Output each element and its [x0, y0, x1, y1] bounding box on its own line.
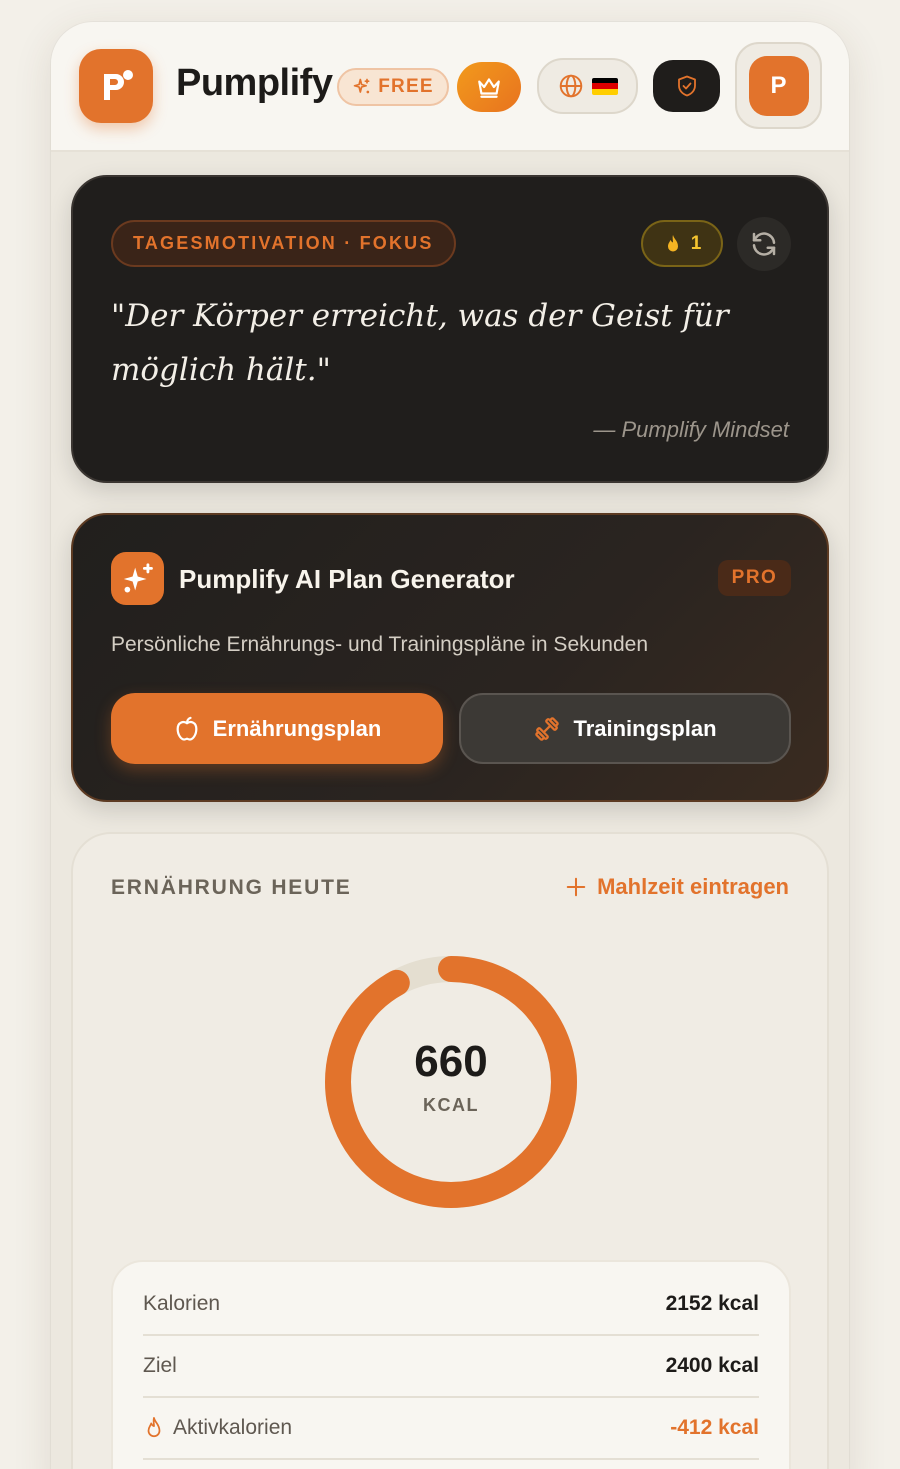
ai-card-title: Pumplify AI Plan Generator: [179, 564, 515, 594]
nutrition-plan-label: Ernährungsplan: [212, 715, 382, 741]
motivation-quote: "Der Körper erreicht, was der Geist für …: [111, 298, 729, 388]
training-plan-label: Trainingsplan: [573, 715, 717, 741]
app-name: Pumplify: [176, 62, 333, 104]
training-plan-button[interactable]: Trainingsplan: [459, 693, 791, 764]
nutrition-today-card: ERNÄHRUNG HEUTE Mahlzeit eintragen 660 K…: [71, 832, 829, 1469]
nutrition-plan-button[interactable]: Ernährungsplan: [111, 693, 443, 764]
stat-row-calories: Kalorien 2152 kcal: [143, 1274, 759, 1336]
add-meal-label: Mahlzeit eintragen: [597, 874, 789, 899]
stat-label: Ziel: [143, 1354, 177, 1377]
calorie-remaining-value: 660: [414, 1036, 488, 1086]
calorie-ring: 660 KCAL: [323, 954, 579, 1210]
sparkle-icon: [353, 78, 370, 94]
stat-row-active-calories: Aktivkalorien -412 kcal: [143, 1398, 759, 1460]
flame-icon: [667, 234, 678, 251]
stat-value: 2400 kcal: [665, 1354, 759, 1377]
pro-badge: PRO: [718, 560, 791, 596]
plan-badge[interactable]: FREE: [337, 68, 449, 106]
top-header: Pumplify FREE P: [51, 22, 849, 152]
admin-button[interactable]: [653, 60, 720, 112]
refresh-icon: [752, 232, 776, 256]
daily-motivation-card: TAGESMOTIVATION · FOKUS 1 "Der Körper er…: [71, 175, 829, 483]
stat-value: -412 kcal: [670, 1416, 759, 1439]
sparkles-icon: [123, 562, 153, 592]
ai-card-subtitle: Persönliche Ernährungs- und Trainingsplä…: [111, 633, 649, 656]
flame-icon: [147, 1417, 161, 1438]
quote-author: — Pumplify Mindset: [593, 417, 789, 442]
refresh-quote-button[interactable]: [737, 217, 791, 271]
nutrition-title: ERNÄHRUNG HEUTE: [111, 876, 352, 899]
calorie-stats-panel: Kalorien 2152 kcal Ziel 2400 kcal Aktivk…: [111, 1260, 791, 1469]
dumbbell-icon: [535, 716, 560, 741]
motivation-tag: TAGESMOTIVATION · FOKUS: [111, 220, 456, 267]
avatar: P: [748, 55, 809, 116]
streak-count: 1: [690, 232, 702, 254]
crown-icon: [478, 78, 500, 98]
stat-label: Kalorien: [143, 1292, 221, 1315]
app-logo[interactable]: [79, 49, 153, 123]
globe-icon: [559, 74, 582, 98]
ai-plan-generator-card: Pumplify AI Plan Generator PRO Persönlic…: [71, 513, 829, 802]
add-meal-button[interactable]: Mahlzeit eintragen: [565, 874, 789, 900]
apple-icon: [176, 716, 198, 741]
shield-check-icon: [677, 75, 696, 97]
premium-button[interactable]: [457, 62, 521, 112]
logo-p-icon: [104, 70, 133, 100]
app-screen: Pumplify FREE P TAGESMOTIVATION · FOKUS …: [51, 22, 849, 1469]
german-flag-icon: [591, 77, 618, 95]
ai-sparkle-icon: [111, 552, 164, 605]
plus-icon: [566, 877, 586, 897]
stat-row-goal: Ziel 2400 kcal: [143, 1336, 759, 1398]
stat-label: Aktivkalorien: [173, 1416, 293, 1439]
streak-badge[interactable]: 1: [641, 220, 723, 267]
plan-badge-label: FREE: [378, 76, 434, 97]
language-selector[interactable]: [537, 58, 638, 114]
calorie-unit: KCAL: [423, 1094, 479, 1115]
stat-value: 2152 kcal: [665, 1292, 759, 1315]
profile-button[interactable]: P: [735, 42, 822, 129]
